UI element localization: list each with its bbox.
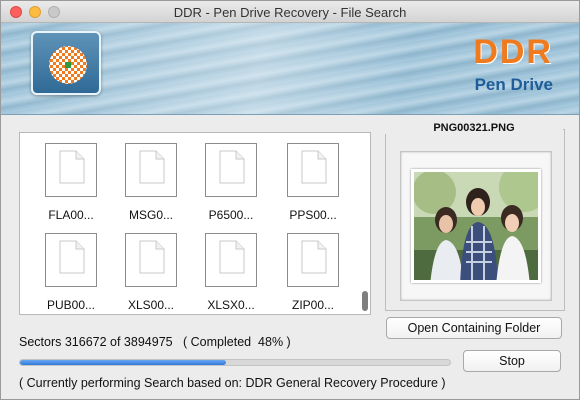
file-thumbnail: [287, 233, 339, 287]
app-window: DDR - Pen Drive Recovery - File Search D…: [0, 0, 580, 400]
file-thumbnail: [287, 143, 339, 197]
file-item[interactable]: P6500...: [195, 143, 265, 229]
file-name: MSG0...: [128, 208, 173, 222]
search-procedure-status: ( Currently performing Search based on: …: [19, 376, 446, 390]
recovered-files-grid[interactable]: FLA00... MSG0... P6500... PPS00... PUB00…: [19, 132, 371, 315]
progress-status: Sectors 316672 of 3894975 ( Completed 48…: [19, 335, 291, 349]
file-name: FLA00...: [48, 208, 94, 222]
app-logo: [31, 31, 101, 95]
file-item[interactable]: XLS00...: [115, 233, 185, 314]
file-thumbnail: [125, 143, 177, 197]
file-name: PUB00...: [46, 298, 96, 312]
checkered-logo-icon: [49, 46, 87, 84]
blank-document-icon: [139, 240, 165, 274]
brand-subtitle: Pen Drive: [474, 75, 553, 94]
blank-document-icon: [219, 240, 245, 274]
stop-button[interactable]: Stop: [463, 350, 561, 372]
progress-fill: [20, 360, 227, 365]
file-item[interactable]: ZIP00...: [277, 233, 347, 314]
file-item[interactable]: PPS00...: [277, 143, 347, 229]
blank-document-icon: [59, 150, 85, 184]
file-thumbnail: [45, 143, 97, 197]
window-title: DDR - Pen Drive Recovery - File Search: [173, 5, 407, 20]
vertical-scrollbar[interactable]: [362, 291, 368, 311]
blank-document-icon: [301, 150, 327, 184]
file-name: XLSX0...: [207, 298, 255, 312]
file-thumbnail: [205, 233, 257, 287]
preview-filename: PNG00321.PNG: [385, 122, 563, 134]
file-name: PPS00...: [289, 208, 337, 222]
file-thumbnail: [125, 233, 177, 287]
preview-panel: [385, 129, 565, 311]
blank-document-icon: [301, 240, 327, 274]
file-thumbnail: [205, 143, 257, 197]
blank-document-icon: [139, 150, 165, 184]
brand-title: DDR: [473, 33, 553, 71]
open-containing-folder-button[interactable]: Open Containing Folder: [386, 317, 562, 339]
file-item[interactable]: FLA00...: [35, 143, 105, 229]
file-name: ZIP00...: [291, 298, 335, 312]
blank-document-icon: [219, 150, 245, 184]
file-name: XLS00...: [127, 298, 175, 312]
file-item[interactable]: XLSX0...: [195, 233, 265, 314]
file-thumbnail: [45, 233, 97, 287]
preview-image: [411, 169, 541, 283]
progress-bar: [19, 359, 451, 366]
header-banner: DDR Pen Drive: [1, 23, 579, 115]
file-name: P6500...: [208, 208, 254, 222]
preview-frame: [400, 151, 552, 301]
blank-document-icon: [59, 240, 85, 274]
file-item[interactable]: PUB00...: [35, 233, 105, 314]
title-bar: DDR - Pen Drive Recovery - File Search: [1, 1, 579, 23]
file-item[interactable]: MSG0...: [115, 143, 185, 229]
